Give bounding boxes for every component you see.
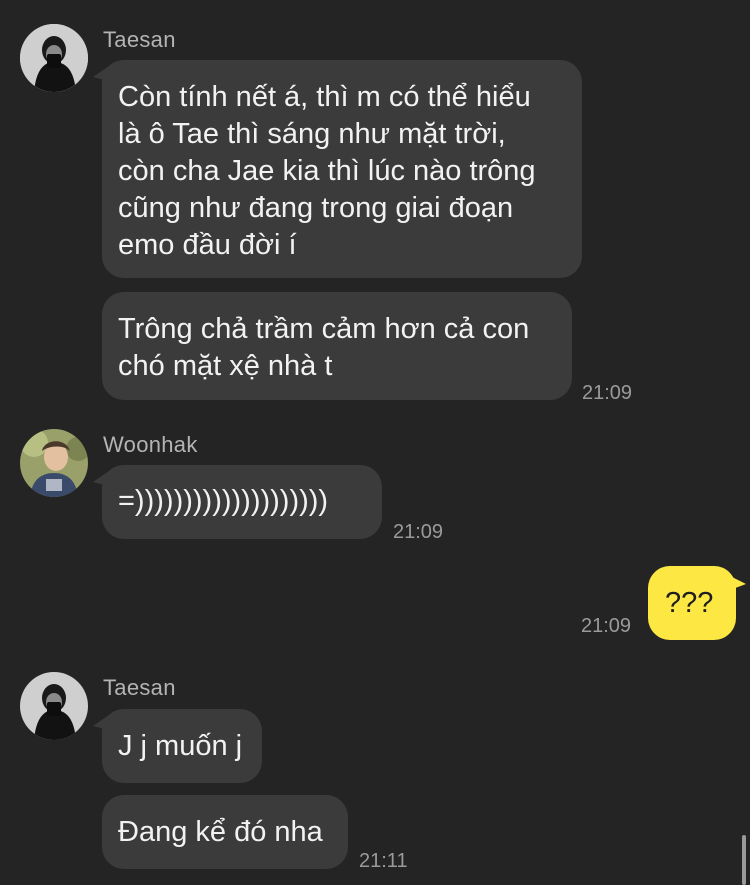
- message-bubble[interactable]: J j muốn j: [93, 709, 262, 783]
- sender-name: Taesan: [103, 27, 176, 52]
- message-bubble[interactable]: Còn tính nết á, thì m có thể hiểu là ô T…: [93, 60, 582, 278]
- message-bubble[interactable]: =)))))))))))))))))))): [93, 465, 382, 539]
- sender-name: Taesan: [103, 675, 176, 700]
- sender-name: Woonhak: [103, 432, 198, 457]
- message-bubble[interactable]: Đang kể đó nha: [102, 795, 348, 869]
- message-timestamp: 21:09: [393, 521, 444, 543]
- message-timestamp: 21:11: [359, 850, 408, 872]
- scrollbar[interactable]: [742, 835, 746, 885]
- message-bubble[interactable]: Trông chả trầm cảm hơn cả con chó mặt xệ…: [102, 292, 572, 400]
- avatar-taesan[interactable]: [20, 672, 88, 740]
- avatar-woonhak[interactable]: [20, 429, 88, 497]
- message-timestamp: 21:09: [581, 615, 632, 637]
- avatar-taesan[interactable]: [20, 24, 88, 92]
- my-message-bubble[interactable]: ???: [648, 566, 746, 640]
- message-timestamp: 21:09: [582, 382, 633, 404]
